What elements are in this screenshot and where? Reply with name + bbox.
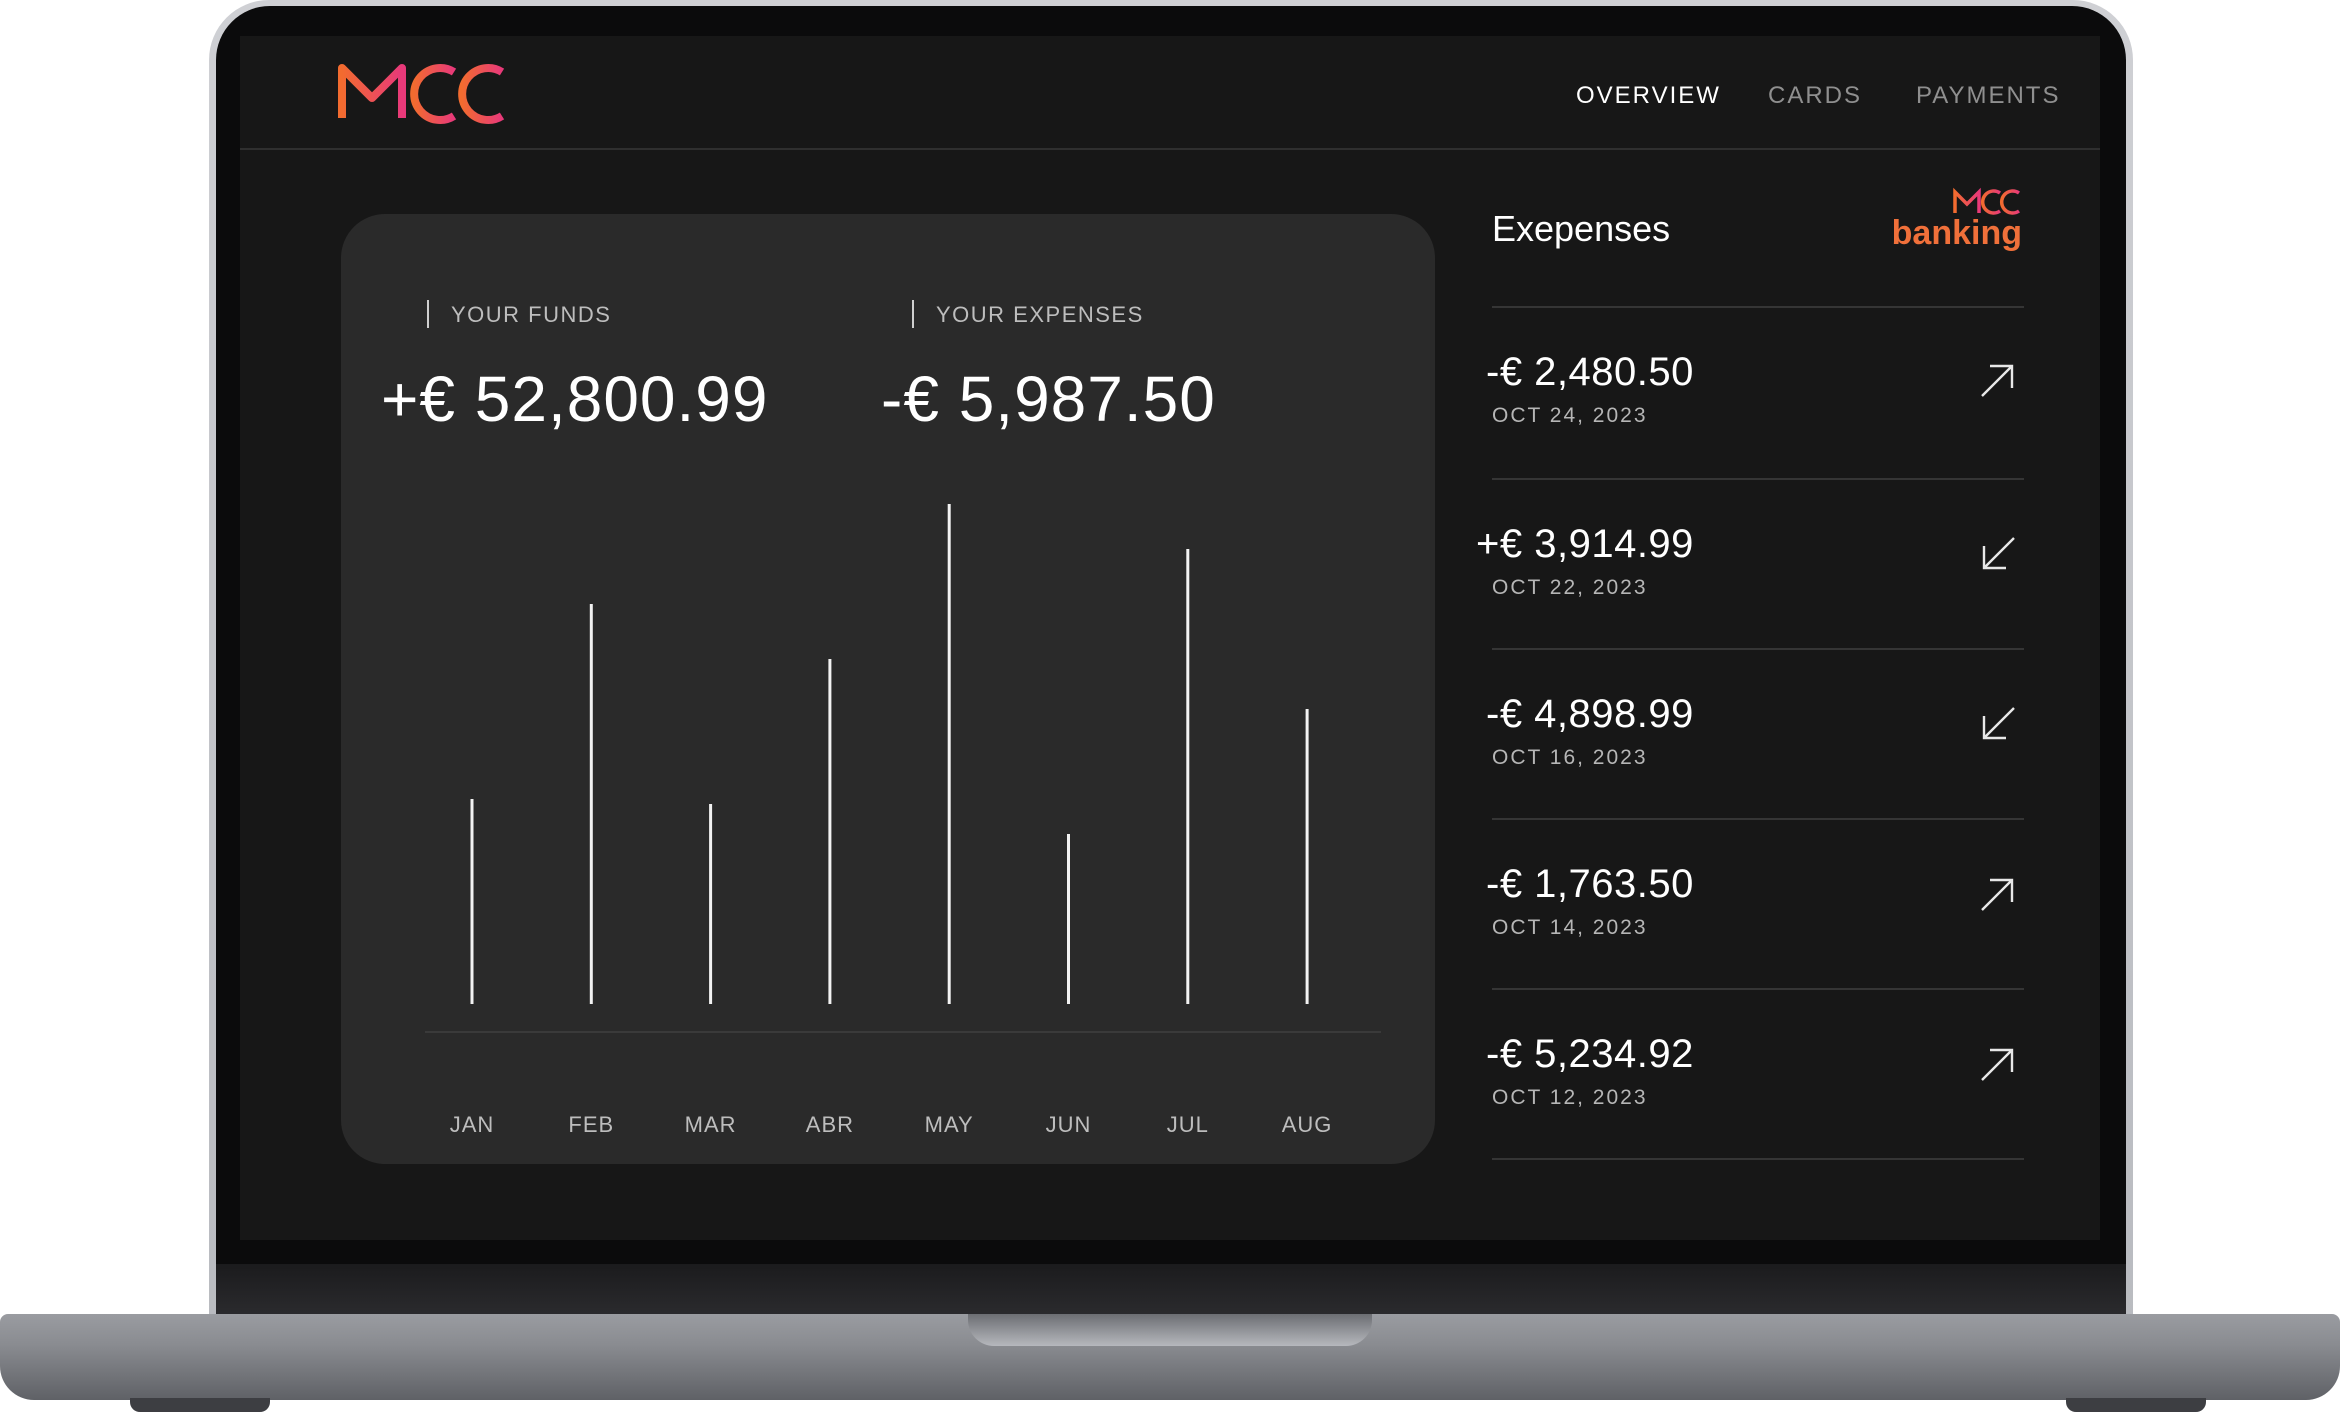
- x-tick-label-may: MAY: [924, 1112, 974, 1137]
- laptop-foot-left: [130, 1398, 270, 1412]
- arrow-up-right-icon[interactable]: [1978, 874, 2018, 914]
- x-tick-label-mar: MAR: [684, 1112, 737, 1137]
- arrow-up-right-icon[interactable]: [1978, 1044, 2018, 1084]
- brand-mcc-mark: [1953, 187, 2021, 215]
- transaction-date: OCT 22, 2023: [1492, 576, 1648, 599]
- top-navigation-bar: OVERVIEW CARDS PAYMENTS: [240, 36, 2100, 150]
- arrow-down-left-icon[interactable]: [1978, 534, 2018, 574]
- transaction-date: OCT 14, 2023: [1492, 916, 1648, 939]
- divider: [1492, 1158, 2024, 1160]
- arrow-up-right-icon[interactable]: [1978, 360, 2018, 400]
- monthly-bar-chart: [425, 504, 1381, 1033]
- brand-word: banking: [1891, 214, 2022, 252]
- transaction-amount: -€ 5,234.92: [1486, 1032, 1694, 1076]
- transaction-date: OCT 12, 2023: [1492, 1086, 1648, 1109]
- laptop-opening-notch: [968, 1314, 1372, 1346]
- funds-chart-card: YOUR FUNDS +€ 52,800.99 YOUR EXPENSES -€…: [341, 214, 1435, 1164]
- transaction-amount: -€ 2,480.50: [1486, 350, 1694, 394]
- transaction-amount: +€ 3,914.99: [1476, 522, 1694, 566]
- divider: [1492, 478, 2024, 480]
- laptop-foot-right: [2066, 1398, 2206, 1412]
- divider: [1492, 648, 2024, 650]
- nav-payments[interactable]: PAYMENTS: [1916, 82, 2060, 110]
- transaction-date: OCT 24, 2023: [1492, 404, 1648, 427]
- expenses-title: Exepenses: [1492, 208, 1671, 249]
- x-tick-label-abr: ABR: [805, 1112, 855, 1137]
- divider: [1492, 818, 2024, 820]
- app-screen: OVERVIEW CARDS PAYMENTS YOUR FUNDS +€ 52…: [240, 36, 2100, 1240]
- transaction-date: OCT 16, 2023: [1492, 746, 1648, 769]
- divider: [1492, 306, 2024, 308]
- nav-cards[interactable]: CARDS: [1768, 82, 1862, 110]
- x-tick-label-aug: AUG: [1281, 1112, 1333, 1137]
- mcc-logo[interactable]: [336, 54, 508, 126]
- arrow-down-left-icon[interactable]: [1978, 704, 2018, 744]
- nav-overview[interactable]: OVERVIEW: [1576, 82, 1721, 110]
- transaction-amount: -€ 4,898.99: [1486, 692, 1694, 736]
- x-tick-label-jun: JUN: [1045, 1112, 1092, 1137]
- x-tick-label-jul: JUL: [1166, 1112, 1209, 1137]
- divider: [1492, 988, 2024, 990]
- transaction-amount: -€ 1,763.50: [1486, 862, 1694, 906]
- laptop-hinge: [216, 1264, 2126, 1316]
- x-tick-label-jan: JAN: [449, 1112, 495, 1137]
- mcc-banking-logo: banking: [1892, 186, 2022, 256]
- x-tick-label-feb: FEB: [568, 1112, 615, 1137]
